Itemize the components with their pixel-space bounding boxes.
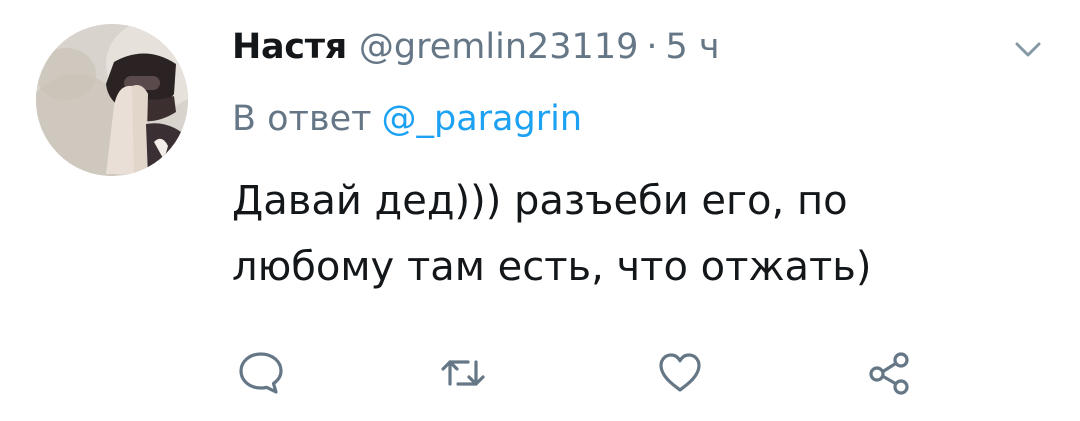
- reply-to-link[interactable]: @_paragrin: [382, 99, 583, 139]
- timestamp[interactable]: 5 ч: [666, 22, 720, 72]
- reply-bubble-icon: [239, 352, 283, 394]
- reply-button[interactable]: [236, 348, 286, 398]
- tweet-text-line: Давай дед))) разъеби его, по: [232, 178, 848, 224]
- reply-prefix: В ответ: [232, 99, 372, 139]
- like-button[interactable]: [655, 348, 705, 398]
- separator-dot: ·: [646, 27, 658, 67]
- tweet-header: Настя @gremlin23119 · 5 ч: [232, 22, 720, 72]
- tweet-text-line: любому там есть, что отжать): [232, 244, 872, 290]
- tweet-card[interactable]: Настя @gremlin23119 · 5 ч В ответ @_parag…: [0, 0, 1080, 421]
- retweet-button[interactable]: [438, 348, 488, 398]
- share-icon: [869, 352, 909, 395]
- chevron-down-icon[interactable]: [1010, 34, 1046, 64]
- action-bar: [0, 348, 1080, 398]
- user-handle[interactable]: @gremlin23119: [359, 22, 638, 72]
- heart-icon: [659, 353, 701, 392]
- tweet-text: Давай дед))) разъеби его, по любому там …: [232, 168, 1012, 300]
- reply-context: В ответ @_paragrin: [232, 94, 582, 144]
- retweet-icon: [441, 360, 485, 386]
- display-name[interactable]: Настя: [232, 22, 347, 72]
- share-button[interactable]: [864, 348, 914, 398]
- avatar[interactable]: [36, 24, 188, 176]
